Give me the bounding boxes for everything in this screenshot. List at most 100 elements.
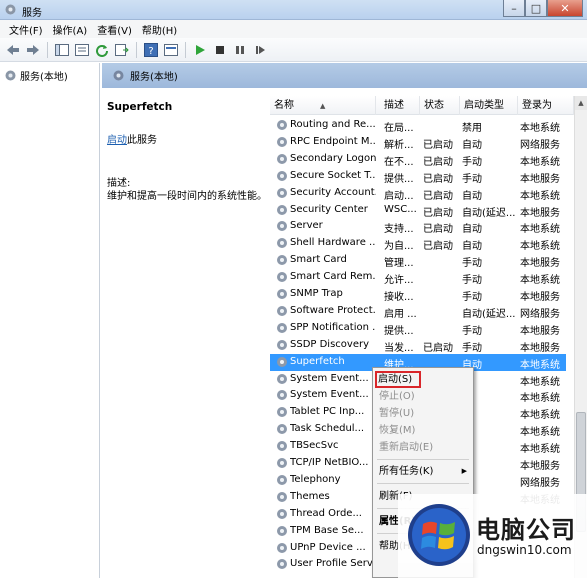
- service-gear-icon: [277, 559, 287, 570]
- toolbar-separator: [47, 41, 48, 58]
- table-row[interactable]: Software Protect... 启用 ... 自动(延迟... 网络服务: [270, 303, 566, 320]
- cell-name: TCP/IP NetBIO...: [290, 457, 369, 468]
- cell-name: Superfetch: [290, 355, 345, 367]
- menu-file[interactable]: 文件(F): [4, 22, 48, 37]
- cell-startup-type: 手动: [462, 173, 482, 185]
- cell-status: 已启动: [423, 173, 453, 185]
- service-gear-icon: [277, 187, 287, 198]
- cell-description: 在局...: [384, 123, 414, 134]
- cell-logon-as: 本地系统: [520, 224, 560, 236]
- cell-description: 允许...: [384, 275, 414, 287]
- column-header-status[interactable]: 状态: [420, 96, 460, 115]
- column-header-logon-as[interactable]: 登录为: [518, 96, 574, 115]
- restart-icon[interactable]: [251, 41, 269, 59]
- table-row[interactable]: SSDP Discovery 当发... 已启动 手动 本地服务: [270, 337, 566, 354]
- menu-item-restart[interactable]: 重新启动(E): [373, 439, 473, 456]
- menu-item-resume[interactable]: 恢复(M): [373, 422, 473, 439]
- cell-startup-type: 自动: [462, 190, 482, 202]
- table-row[interactable]: Shell Hardware ... 为自... 已启动 自动 本地系统: [270, 235, 566, 252]
- table-row[interactable]: Secure Socket T... 提供... 已启动 手动 本地服务: [270, 168, 566, 185]
- pane-header: 服务(本地): [102, 63, 587, 88]
- cell-status: 已启动: [423, 139, 453, 151]
- maximize-button[interactable]: □: [525, 0, 547, 17]
- service-gear-icon: [277, 458, 287, 468]
- sort-ascending-icon: ▲: [320, 102, 326, 110]
- table-row[interactable]: Secondary Logon 在不... 已启动 手动 本地系统: [270, 151, 566, 168]
- menu-item-stop[interactable]: 停止(O): [373, 388, 473, 405]
- service-gear-icon: [277, 542, 287, 553]
- service-gear-icon: [277, 204, 287, 215]
- cell-description: 提供...: [384, 173, 414, 185]
- service-gear-icon: [277, 356, 287, 367]
- cell-description: 在不...: [384, 156, 414, 168]
- column-header-description[interactable]: 描述: [380, 96, 420, 115]
- cell-logon-as: 本地服务: [520, 342, 560, 354]
- table-row[interactable]: Server 支持... 已启动 自动 本地系统: [270, 218, 566, 235]
- cell-name: Telephony: [290, 473, 341, 485]
- tree-node-services-local[interactable]: 服务(本地): [4, 68, 68, 83]
- cell-status: 已启动: [423, 190, 453, 202]
- cell-startup-type: 手动: [462, 342, 482, 354]
- back-arrow-icon[interactable]: [4, 41, 22, 59]
- menu-action[interactable]: 操作(A): [48, 22, 93, 37]
- cell-startup-type: 自动(延迟...: [462, 207, 516, 219]
- service-gear-icon: [277, 289, 287, 299]
- cell-startup-type: 自动: [462, 241, 482, 253]
- column-header-startup-type[interactable]: 启动类型: [460, 96, 518, 115]
- properties-icon[interactable]: [162, 41, 180, 59]
- table-row[interactable]: SNMP Trap 接收... 手动 本地服务: [270, 286, 566, 303]
- menu-item-all-tasks[interactable]: 所有任务(K) ▶: [373, 463, 473, 480]
- menu-view[interactable]: 查看(V): [92, 22, 137, 37]
- list-view-icon[interactable]: [73, 41, 91, 59]
- service-gear-icon: [277, 508, 287, 519]
- start-service-suffix: 此服务: [127, 135, 157, 146]
- column-header-row: 名称 ▲ 描述 状态 启动类型 登录为: [270, 96, 574, 115]
- column-header-name[interactable]: 名称 ▲: [270, 96, 376, 115]
- cell-name: SPP Notification ...: [290, 321, 376, 333]
- start-service-link[interactable]: 启动: [107, 135, 127, 146]
- export-list-icon[interactable]: [113, 41, 131, 59]
- table-row[interactable]: RPC Endpoint M... 解析... 已启动 自动 网络服务: [270, 134, 566, 151]
- minimize-button[interactable]: –: [503, 0, 525, 17]
- menu-item-start[interactable]: 启动(S): [375, 371, 421, 388]
- cell-name: TBSecSvc: [290, 440, 339, 452]
- service-gear-icon: [277, 153, 287, 164]
- table-row[interactable]: Security Account... 启动... 已启动 自动 本地系统: [270, 185, 566, 202]
- watermark-domain: dngswin10.com: [477, 543, 572, 557]
- console-tree-icon[interactable]: [53, 41, 71, 59]
- play-icon[interactable]: [191, 41, 209, 59]
- cell-startup-type: 手动: [462, 325, 482, 337]
- table-row[interactable]: SPP Notification ... 提供... 手动 本地服务: [270, 320, 566, 337]
- service-gear-icon: [277, 491, 287, 502]
- pause-icon[interactable]: [231, 41, 249, 59]
- table-row[interactable]: Security Center WSC... 已启动 自动(延迟... 本地服务: [270, 202, 566, 219]
- stop-icon[interactable]: [211, 41, 229, 59]
- close-button[interactable]: ✕: [547, 0, 583, 17]
- cell-logon-as: 本地服务: [520, 207, 560, 219]
- cell-description: 启用 ...: [384, 308, 417, 320]
- table-row[interactable]: Smart Card Rem... 允许... 手动 本地系统: [270, 269, 566, 286]
- watermark-logo: 电脑公司 dngswin10.com: [398, 494, 587, 578]
- cell-startup-type: 手动: [462, 258, 482, 270]
- table-row[interactable]: Routing and Re... 在局... 禁用 本地系统: [270, 117, 566, 134]
- refresh-icon[interactable]: [93, 41, 111, 59]
- service-gear-icon: [277, 474, 287, 485]
- menu-help[interactable]: 帮助(H): [137, 22, 182, 37]
- menu-bar: 文件(F) 操作(A) 查看(V) 帮助(H): [0, 20, 587, 38]
- cell-status: 已启动: [423, 241, 453, 253]
- menu-item-pause[interactable]: 暂停(U): [373, 405, 473, 422]
- toolbar-separator: [185, 41, 186, 58]
- services-gear-icon: [4, 3, 17, 19]
- scroll-up-icon[interactable]: ▲: [575, 96, 587, 110]
- menu-separator: [377, 459, 469, 460]
- cell-description: 为自...: [384, 241, 414, 253]
- cell-logon-as: 本地服务: [520, 461, 560, 472]
- cell-logon-as: 本地系统: [520, 393, 560, 405]
- forward-arrow-icon[interactable]: [24, 41, 42, 59]
- table-row[interactable]: Smart Card 管理... 手动 本地服务: [270, 252, 566, 269]
- cell-logon-as: 本地系统: [520, 359, 560, 371]
- service-gear-icon: [277, 272, 287, 283]
- help-icon[interactable]: ?: [142, 41, 160, 59]
- cell-logon-as: 网络服务: [520, 308, 560, 320]
- cell-description: WSC...: [384, 203, 417, 215]
